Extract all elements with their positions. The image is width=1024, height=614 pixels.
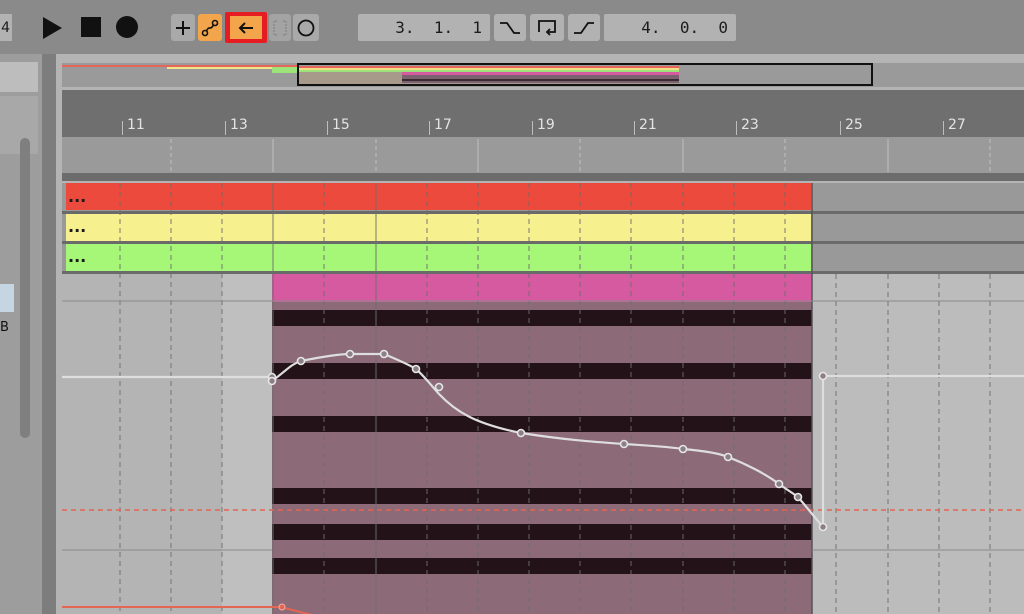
punch-in-icon <box>500 21 520 34</box>
track-label: ... <box>68 187 86 206</box>
midi-clip-header[interactable] <box>272 274 812 302</box>
punch-out-icon <box>574 21 594 34</box>
back-to-arrangement-highlight[interactable] <box>225 12 267 43</box>
clip-track-3[interactable] <box>66 244 811 271</box>
track-label: ... <box>68 247 86 266</box>
punch-out-button[interactable] <box>568 14 600 41</box>
loop-button[interactable] <box>293 14 319 41</box>
left-panel-label: B <box>0 320 9 335</box>
track-divider <box>62 211 1024 214</box>
track-label: ... <box>68 217 86 236</box>
automation-draw-icon <box>201 19 219 36</box>
left-panel-header <box>0 62 38 92</box>
track-lane-3[interactable]: ... <box>62 244 1024 271</box>
left-panel: B <box>0 54 42 614</box>
ruler-grid <box>170 139 991 172</box>
arrangement-position-display[interactable]: 3. 1. 1 <box>358 14 490 41</box>
track-lane-2[interactable]: ... <box>62 214 1024 241</box>
punch-in-button[interactable] <box>494 14 526 41</box>
arrow-left-icon <box>238 21 253 34</box>
automation-arm-button[interactable] <box>198 14 222 41</box>
left-panel-scrollbar[interactable] <box>20 138 30 438</box>
track-area: ... ... ... <box>62 139 1024 614</box>
back-to-arrangement-button[interactable] <box>230 16 262 39</box>
punch-bracket-icon <box>273 19 287 36</box>
track-lane-1[interactable]: ... <box>62 183 1024 211</box>
add-button[interactable] <box>171 14 195 41</box>
circle-icon <box>297 19 315 36</box>
stop-icon[interactable] <box>80 16 102 38</box>
meter-display[interactable]: 4 <box>0 14 12 41</box>
plus-icon <box>176 20 190 35</box>
transport-bar: 4 3. 1. 1 4. 0. 0 <box>0 0 1024 54</box>
punch-button[interactable] <box>269 14 291 41</box>
loop-length-display[interactable]: 4. 0. 0 <box>604 14 736 41</box>
arrangement-view: 11 13 15 17 19 21 23 25 27 ... ... ... <box>56 54 1024 614</box>
play-icon[interactable] <box>40 15 64 41</box>
track-divider <box>62 241 1024 244</box>
track-divider <box>62 271 1024 274</box>
clip-track-1[interactable] <box>66 183 811 210</box>
clip-track-2[interactable] <box>66 214 811 241</box>
left-panel-section <box>0 96 38 154</box>
loop-switch-button[interactable] <box>530 14 564 41</box>
left-panel-selection <box>0 284 14 312</box>
record-icon[interactable] <box>115 15 139 39</box>
loop-switch-icon <box>538 19 556 36</box>
